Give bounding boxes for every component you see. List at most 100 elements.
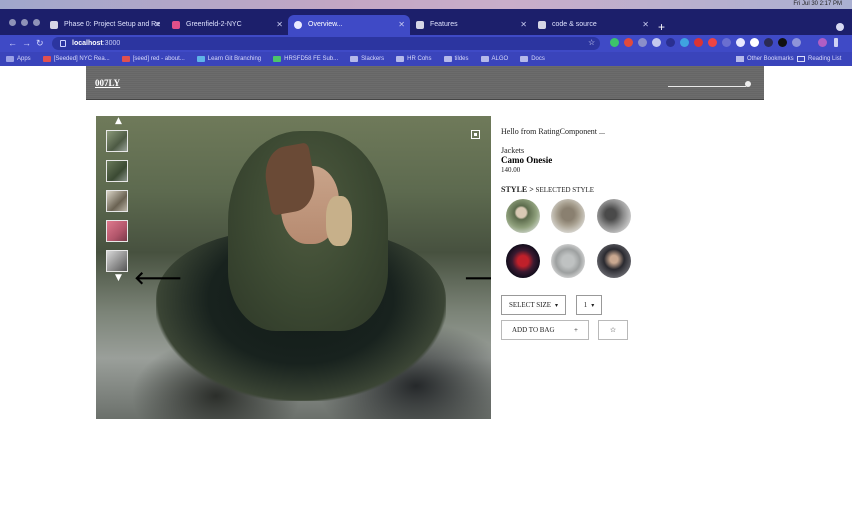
- extension-icon[interactable]: [666, 38, 675, 47]
- folder-icon: [396, 56, 405, 62]
- folder-icon: [480, 56, 489, 62]
- info-icon[interactable]: [60, 40, 66, 47]
- tab-greenfield[interactable]: Greenfield-2-NYC ✕: [166, 15, 288, 35]
- favicon-icon: [42, 56, 51, 62]
- thumbnail-image[interactable]: [106, 130, 128, 152]
- favicon-icon: [416, 21, 424, 29]
- search-icon[interactable]: [745, 81, 751, 87]
- app-header: 007LY: [86, 66, 764, 100]
- style-thumbnail[interactable]: [597, 244, 631, 278]
- tab-overview[interactable]: Overview... ✕: [288, 15, 410, 35]
- chevron-down-icon: ▾: [591, 302, 595, 309]
- minimize-window-button[interactable]: [21, 19, 28, 26]
- chevron-down-icon: ▾: [555, 302, 559, 309]
- address-bar[interactable]: localhost:3000: [52, 37, 600, 50]
- folder-icon: [520, 56, 529, 62]
- thumbnail-image[interactable]: [106, 190, 128, 212]
- os-menubar: Fri Jul 30 2:17 PM: [0, 0, 852, 9]
- extension-icon[interactable]: [750, 38, 759, 47]
- extension-icon[interactable]: [708, 38, 717, 47]
- favicon-icon: [50, 21, 58, 29]
- extensions-puzzle-icon[interactable]: [792, 38, 801, 47]
- folder-icon: [350, 56, 359, 62]
- tab-search-button[interactable]: [836, 23, 844, 31]
- thumbnail-down-icon[interactable]: ▼: [115, 273, 122, 283]
- add-to-bag-button[interactable]: ADD TO BAG +: [501, 320, 589, 340]
- os-clock: Fri Jul 30 2:17 PM: [793, 1, 842, 7]
- thumbnail-image[interactable]: [106, 220, 128, 242]
- close-tab-icon[interactable]: ✕: [520, 15, 527, 35]
- extension-icon[interactable]: [610, 38, 619, 47]
- style-selector-heading: STYLE > SELECTED STYLE: [501, 185, 594, 194]
- bookmark-folder[interactable]: ALGO: [480, 56, 508, 62]
- style-thumbnail[interactable]: [551, 199, 585, 233]
- extension-icon[interactable]: [694, 38, 703, 47]
- close-tab-icon[interactable]: ✕: [154, 15, 161, 35]
- bookmark-star-icon[interactable]: ☆: [588, 38, 595, 47]
- expand-view-icon[interactable]: [471, 130, 480, 139]
- bookmark-other[interactable]: Other Bookmarks: [736, 52, 794, 66]
- style-thumbnail[interactable]: [551, 244, 585, 278]
- zoom-window-button[interactable]: [33, 19, 40, 26]
- extension-icon[interactable]: [764, 38, 773, 47]
- previous-image-arrow-icon[interactable]: 🡐: [134, 268, 182, 289]
- style-thumbnail[interactable]: [506, 199, 540, 233]
- tab-features[interactable]: Features ✕: [410, 15, 532, 35]
- profile-avatar[interactable]: [818, 38, 827, 47]
- size-select[interactable]: SELECT SIZE ▾: [501, 295, 566, 315]
- extension-icon[interactable]: [638, 38, 647, 47]
- favorite-button[interactable]: ☆: [598, 320, 628, 340]
- bookmark-apps[interactable]: Apps: [6, 56, 31, 62]
- favicon-icon: [273, 56, 282, 62]
- browser-tabstrip: Phase 0: Project Setup and Re ✕ Greenfiel…: [0, 9, 852, 35]
- favicon-icon: [196, 56, 205, 62]
- bookmark-folder[interactable]: Slackers: [350, 56, 384, 62]
- browser-menu-icon[interactable]: [834, 38, 838, 47]
- app-logo[interactable]: 007LY: [95, 78, 120, 88]
- extension-icon[interactable]: [736, 38, 745, 47]
- bookmark-folder[interactable]: tildes: [443, 56, 469, 62]
- bookmark-item[interactable]: [Seeded] NYC Rea...: [42, 56, 110, 62]
- close-window-button[interactable]: [9, 19, 16, 26]
- product-photo-hair: [326, 196, 352, 246]
- extension-icon[interactable]: [680, 38, 689, 47]
- window-controls[interactable]: [9, 19, 40, 26]
- favicon-icon: [172, 21, 180, 29]
- product-image-gallery[interactable]: ▲ ▼ 🡐 🡒: [96, 116, 491, 419]
- product-category: Jackets: [501, 146, 525, 155]
- extension-icon[interactable]: [722, 38, 731, 47]
- bookmark-reading-list[interactable]: Reading List: [797, 52, 841, 66]
- thumbnail-image[interactable]: [106, 160, 128, 182]
- quantity-select[interactable]: 1 ▾: [576, 295, 602, 315]
- thumbnail-up-icon[interactable]: ▲: [115, 116, 122, 126]
- tab-code-source[interactable]: code & source ✕: [532, 15, 654, 35]
- style-thumbnail[interactable]: [597, 199, 631, 233]
- extension-icon[interactable]: [624, 38, 633, 47]
- apps-grid-icon: [6, 56, 14, 62]
- bookmark-item[interactable]: HRSFD58 FE Sub...: [273, 56, 338, 62]
- close-tab-icon[interactable]: ✕: [398, 15, 405, 35]
- bookmark-item[interactable]: Learn Git Branching: [196, 56, 261, 62]
- extension-icon[interactable]: [652, 38, 661, 47]
- thumbnail-image[interactable]: [106, 250, 128, 272]
- favicon-icon: [294, 21, 302, 29]
- next-image-arrow-icon[interactable]: 🡒: [464, 268, 491, 289]
- forward-icon[interactable]: →: [22, 38, 31, 48]
- bookmark-folder[interactable]: HR Cohs: [396, 56, 432, 62]
- search-input[interactable]: [668, 86, 746, 87]
- back-icon[interactable]: ←: [8, 38, 17, 48]
- extension-icon[interactable]: [778, 38, 787, 47]
- new-tab-button[interactable]: +: [658, 20, 665, 34]
- rating-component: Hello from RatingComponent ...: [501, 127, 605, 136]
- bookmark-item[interactable]: [seed] red - about...: [121, 56, 185, 62]
- reload-icon[interactable]: ↻: [36, 38, 44, 49]
- bookmarks-bar: Apps [Seeded] NYC Rea... [seed] red - ab…: [0, 52, 852, 66]
- bookmark-folder[interactable]: Docs: [520, 56, 545, 62]
- folder-icon: [736, 56, 744, 62]
- close-tab-icon[interactable]: ✕: [642, 15, 649, 35]
- reading-list-icon: [797, 56, 805, 62]
- close-tab-icon[interactable]: ✕: [276, 15, 283, 35]
- tab-phase0[interactable]: Phase 0: Project Setup and Re ✕: [44, 15, 166, 35]
- favicon-icon: [538, 21, 546, 29]
- style-thumbnail[interactable]: [506, 244, 540, 278]
